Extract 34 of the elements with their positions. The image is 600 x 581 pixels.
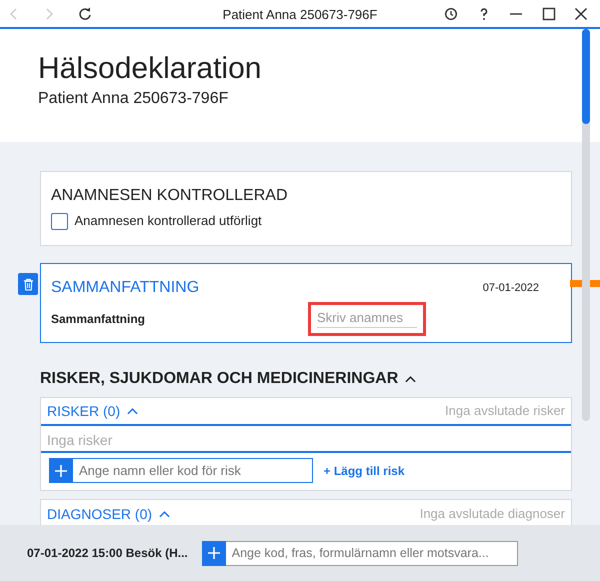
section-title: RISKER, SJUKDOMAR OCH MEDICINERINGAR xyxy=(40,369,398,389)
trash-icon xyxy=(22,278,34,290)
checkbox-label: Anamnesen kontrollerad utförligt xyxy=(74,212,262,230)
summary-heading: SAMMANFATTNING xyxy=(51,278,200,298)
panel-toggle[interactable]: RISKER (0) xyxy=(47,400,138,422)
search-field[interactable]: Ange kod, fras, formulärnamn eller motsvara... xyxy=(226,540,518,566)
add-risk-link[interactable]: + Lägg till risk xyxy=(324,462,405,480)
maximize-icon[interactable] xyxy=(542,7,556,21)
add-button[interactable] xyxy=(202,540,226,566)
empty-text: Inga risker xyxy=(41,426,571,453)
date-text: 07-01-2022 xyxy=(482,280,539,296)
refresh-icon[interactable] xyxy=(78,7,92,21)
chevron-icon xyxy=(126,407,138,415)
panel-note: Inga avslutade diagnoser xyxy=(420,505,565,524)
delete-button[interactable] xyxy=(18,273,38,295)
panel-note: Inga avslutade risker xyxy=(445,402,565,420)
risk-input[interactable]: Ange namn eller kod för risk xyxy=(73,458,313,483)
section-heading: ANAMNESEN KONTROLLERAD xyxy=(51,186,288,206)
panel-toggle[interactable]: DIAGNOSER (0) xyxy=(47,504,170,524)
plus-icon xyxy=(208,547,220,559)
collapse-icon[interactable] xyxy=(404,375,416,383)
visit-text: 07-01-2022 15:00 Besök (H... xyxy=(27,545,188,562)
page-title: Hälsodeklaration xyxy=(38,51,262,87)
chevron-icon xyxy=(158,510,170,518)
field-label: Sammanfattning xyxy=(51,310,146,328)
checkbox[interactable] xyxy=(51,212,68,230)
anamnes-field[interactable]: Skriv anamnes xyxy=(308,302,426,336)
scrollbar[interactable] xyxy=(582,29,590,421)
add-button[interactable] xyxy=(49,458,73,483)
plus-icon xyxy=(55,464,67,476)
window-title: Patient Anna 250673-796F xyxy=(222,6,378,24)
history-icon[interactable] xyxy=(444,7,458,21)
patient-name: Patient Anna 250673-796F xyxy=(38,89,230,109)
close-icon[interactable] xyxy=(574,7,588,21)
